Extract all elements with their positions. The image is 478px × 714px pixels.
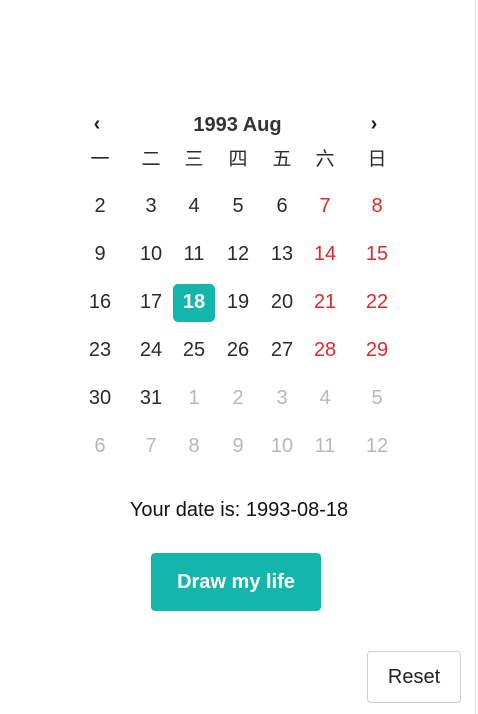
day-cell[interactable]: 11	[303, 428, 347, 464]
panel-divider	[475, 0, 476, 714]
day-cell[interactable]: 12	[216, 236, 260, 272]
weekday-header: 一	[90, 149, 110, 170]
day-cell[interactable]: 28	[303, 332, 347, 368]
next-month-icon[interactable]: ›	[364, 112, 384, 136]
day-cell[interactable]: 6	[260, 188, 304, 224]
day-cell[interactable]: 3	[129, 188, 173, 224]
day-cell[interactable]: 2	[78, 188, 122, 224]
day-cell[interactable]: 11	[172, 236, 216, 272]
day-cell[interactable]: 1	[172, 380, 216, 416]
day-cell[interactable]: 8	[172, 428, 216, 464]
day-cell[interactable]: 25	[172, 332, 216, 368]
day-cell[interactable]: 14	[303, 236, 347, 272]
date-picker: ‹ 1993 Aug › 一二三四五六日 2 3 4 5 6 7 8 9 10 11 12 13 14 15…	[77, 110, 398, 468]
weekday-header: 日	[367, 149, 387, 170]
day-cell[interactable]: 9	[216, 428, 260, 464]
day-cell[interactable]: 26	[216, 332, 260, 368]
day-cell[interactable]: 10	[260, 428, 304, 464]
weekday-header: 三	[184, 149, 204, 170]
month-title: 1993 Aug	[193, 114, 282, 136]
reset-button[interactable]: Reset	[367, 651, 461, 703]
day-cell[interactable]: 29	[355, 332, 399, 368]
day-cell-selected[interactable]: 18	[172, 284, 216, 322]
day-cell[interactable]: 24	[129, 332, 173, 368]
day-cell[interactable]: 4	[303, 380, 347, 416]
day-cell[interactable]: 8	[355, 188, 399, 224]
day-cell[interactable]: 20	[260, 284, 304, 320]
weekday-header: 四	[228, 149, 248, 170]
day-cell[interactable]: 23	[78, 332, 122, 368]
day-cell[interactable]: 17	[129, 284, 173, 320]
day-cell[interactable]: 27	[260, 332, 304, 368]
day-cell[interactable]: 10	[129, 236, 173, 272]
draw-my-life-button[interactable]: Draw my life	[151, 553, 321, 611]
day-cell[interactable]: 9	[78, 236, 122, 272]
day-cell[interactable]: 21	[303, 284, 347, 320]
day-cell[interactable]: 19	[216, 284, 260, 320]
day-cell[interactable]: 15	[355, 236, 399, 272]
page: ‹ 1993 Aug › 一二三四五六日 2 3 4 5 6 7 8 9 10 11 12 13 14 15…	[0, 0, 478, 714]
day-cell[interactable]: 13	[260, 236, 304, 272]
day-cell[interactable]: 5	[355, 380, 399, 416]
day-cell[interactable]: 31	[129, 380, 173, 416]
weekday-header: 六	[315, 149, 335, 170]
day-cell[interactable]: 16	[78, 284, 122, 320]
selected-date-text: Your date is: 1993-08-18	[129, 499, 349, 521]
calendar-grid: 一二三四五六日 2 3 4 5 6 7 8 9 10 11 12 13 14 15 16 17 18 19 20 21 2…	[77, 140, 398, 468]
day-cell[interactable]: 7	[303, 188, 347, 224]
day-cell[interactable]: 6	[78, 428, 122, 464]
day-cell[interactable]: 4	[172, 188, 216, 224]
weekday-header: 二	[141, 149, 161, 170]
day-cell[interactable]: 30	[78, 380, 122, 416]
day-cell[interactable]: 7	[129, 428, 173, 464]
day-cell[interactable]: 22	[355, 284, 399, 320]
day-cell[interactable]: 12	[355, 428, 399, 464]
calendar-header: ‹ 1993 Aug ›	[77, 110, 398, 140]
day-cell[interactable]: 3	[260, 380, 304, 416]
day-cell[interactable]: 2	[216, 380, 260, 416]
day-cell[interactable]: 5	[216, 188, 260, 224]
weekday-header: 五	[272, 149, 292, 170]
